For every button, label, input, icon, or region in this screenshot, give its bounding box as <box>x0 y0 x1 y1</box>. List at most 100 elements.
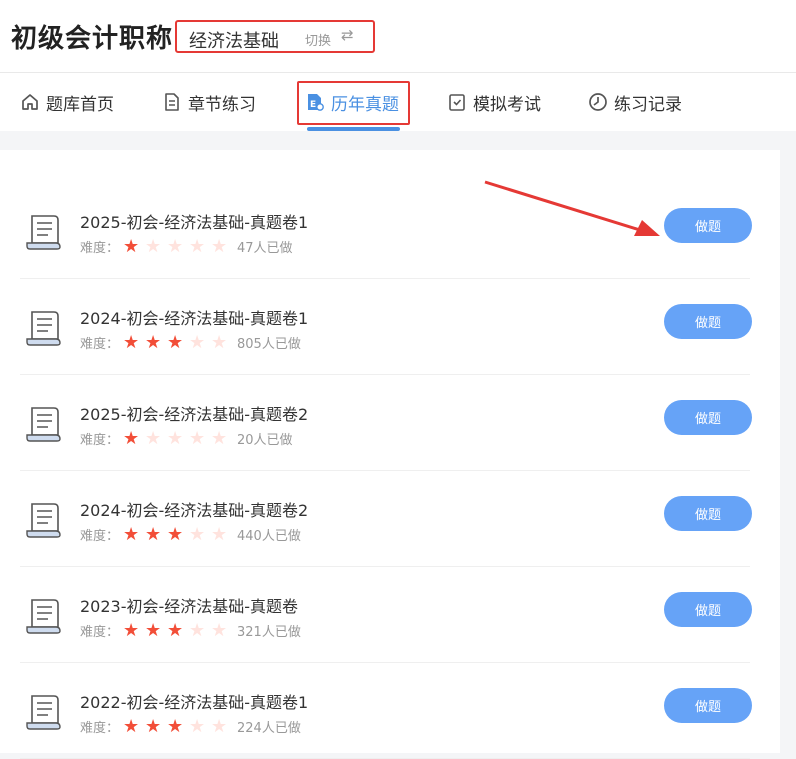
do-exam-button[interactable]: 做题 <box>664 208 752 243</box>
active-tab-underline <box>307 127 400 131</box>
scroll-document-icon <box>26 599 61 634</box>
star-icon: ★ <box>145 715 162 737</box>
header: 初级会计职称 经济法基础 切换 ⇄ <box>0 0 796 72</box>
star-icon: ★ <box>211 619 228 641</box>
star-icon: ★ <box>167 523 184 545</box>
star-icon: ★ <box>189 235 206 257</box>
star-icon: ★ <box>123 235 140 257</box>
difficulty-row: 难度： ★ ★ ★ ★ ★ 805人已做 <box>80 333 301 352</box>
star-icon: ★ <box>123 331 140 353</box>
tab-chapter-practice[interactable]: 章节练习 <box>162 73 256 131</box>
difficulty-row: 难度： ★ ★ ★ ★ ★ 224人已做 <box>80 717 301 736</box>
scroll-document-icon <box>26 503 61 538</box>
paper-title[interactable]: 2025-初会-经济法基础-真题卷2 <box>80 401 308 425</box>
star-icon: ★ <box>167 235 184 257</box>
attempt-count: 224人已做 <box>237 721 301 736</box>
attempt-count: 47人已做 <box>237 241 293 256</box>
do-exam-button[interactable]: 做题 <box>664 304 752 339</box>
list-item: 2023-初会-经济法基础-真题卷 难度： ★ ★ ★ ★ ★ 321人已做 做题 <box>20 567 752 663</box>
star-icon: ★ <box>123 427 140 449</box>
difficulty-row: 难度： ★ ★ ★ ★ ★ 47人已做 <box>80 237 293 256</box>
document-icon <box>165 93 179 111</box>
star-icon: ★ <box>123 523 140 545</box>
attempt-count: 321人已做 <box>237 625 301 640</box>
difficulty-label: 难度： <box>80 529 120 544</box>
tab-home[interactable]: 题库首页 <box>20 73 114 131</box>
do-exam-button[interactable]: 做题 <box>664 400 752 435</box>
clock-icon <box>589 93 607 111</box>
star-icon: ★ <box>189 427 206 449</box>
tab-bar: 题库首页 章节练习 E 历年真题 模拟考试 练习记录 <box>0 73 796 131</box>
tab-label: 题库首页 <box>46 94 114 115</box>
star-icon: ★ <box>145 235 162 257</box>
svg-text:E: E <box>310 100 316 110</box>
star-icon: ★ <box>189 523 206 545</box>
switch-arrows-icon[interactable]: ⇄ <box>341 26 354 44</box>
star-icon: ★ <box>123 619 140 641</box>
star-icon: ★ <box>189 715 206 737</box>
star-icon: ★ <box>167 427 184 449</box>
difficulty-stars: ★ ★ ★ ★ ★ <box>123 427 233 449</box>
star-icon: ★ <box>211 331 228 353</box>
star-icon: ★ <box>167 715 184 737</box>
home-icon <box>22 94 38 110</box>
past-exam-icon: E <box>308 94 324 111</box>
do-exam-button[interactable]: 做题 <box>664 496 752 531</box>
subject-name: 经济法基础 <box>189 31 279 52</box>
list-item: 2024-初会-经济法基础-真题卷1 难度： ★ ★ ★ ★ ★ 805人已做 做题 <box>20 279 752 375</box>
difficulty-label: 难度： <box>80 433 120 448</box>
star-icon: ★ <box>211 523 228 545</box>
paper-title[interactable]: 2024-初会-经济法基础-真题卷2 <box>80 497 308 521</box>
difficulty-stars: ★ ★ ★ ★ ★ <box>123 715 233 737</box>
subject-switcher[interactable]: 经济法基础 切换 ⇄ <box>175 20 375 53</box>
difficulty-row: 难度： ★ ★ ★ ★ ★ 321人已做 <box>80 621 301 640</box>
star-icon: ★ <box>211 235 228 257</box>
scroll-document-icon <box>26 311 61 346</box>
paper-title[interactable]: 2025-初会-经济法基础-真题卷1 <box>80 209 308 233</box>
tab-mock-exam[interactable]: 模拟考试 <box>447 73 541 131</box>
difficulty-label: 难度： <box>80 241 120 256</box>
attempt-count: 20人已做 <box>237 433 293 448</box>
do-exam-button[interactable]: 做题 <box>664 688 752 723</box>
paper-title[interactable]: 2022-初会-经济法基础-真题卷1 <box>80 689 308 713</box>
tab-label: 练习记录 <box>614 94 682 115</box>
star-icon: ★ <box>189 619 206 641</box>
paper-title[interactable]: 2024-初会-经济法基础-真题卷1 <box>80 305 308 329</box>
difficulty-stars: ★ ★ ★ ★ ★ <box>123 619 233 641</box>
list-item: 2025-初会-经济法基础-真题卷2 难度： ★ ★ ★ ★ ★ 20人已做 做题 <box>20 375 752 471</box>
star-icon: ★ <box>145 523 162 545</box>
scroll-document-icon <box>26 215 61 250</box>
star-icon: ★ <box>145 427 162 449</box>
star-icon: ★ <box>123 715 140 737</box>
scroll-document-icon <box>26 407 61 442</box>
star-icon: ★ <box>145 331 162 353</box>
list-item: 2022-初会-经济法基础-真题卷1 难度： ★ ★ ★ ★ ★ 224人已做 做题 <box>20 663 752 759</box>
list-item: 2024-初会-经济法基础-真题卷2 难度： ★ ★ ★ ★ ★ 440人已做 做题 <box>20 471 752 567</box>
switch-label[interactable]: 切换 <box>305 30 331 49</box>
difficulty-stars: ★ ★ ★ ★ ★ <box>123 235 233 257</box>
difficulty-row: 难度： ★ ★ ★ ★ ★ 20人已做 <box>80 429 293 448</box>
star-icon: ★ <box>145 619 162 641</box>
checklist-icon <box>449 94 465 111</box>
list-item: 2025-初会-经济法基础-真题卷1 难度： ★ ★ ★ ★ ★ 47人已做 做题 <box>20 183 752 279</box>
tab-label: 模拟考试 <box>473 94 541 115</box>
attempt-count: 805人已做 <box>237 337 301 352</box>
app-title: 初级会计职称 <box>11 24 174 54</box>
difficulty-label: 难度： <box>80 625 120 640</box>
tab-practice-record[interactable]: 练习记录 <box>588 73 682 131</box>
tab-label: 历年真题 <box>331 94 399 115</box>
difficulty-stars: ★ ★ ★ ★ ★ <box>123 523 233 545</box>
scroll-document-icon <box>26 695 61 730</box>
star-icon: ★ <box>211 715 228 737</box>
star-icon: ★ <box>189 331 206 353</box>
difficulty-label: 难度： <box>80 721 120 736</box>
difficulty-stars: ★ ★ ★ ★ ★ <box>123 331 233 353</box>
paper-title[interactable]: 2023-初会-经济法基础-真题卷 <box>80 593 298 617</box>
star-icon: ★ <box>167 331 184 353</box>
difficulty-row: 难度： ★ ★ ★ ★ ★ 440人已做 <box>80 525 301 544</box>
attempt-count: 440人已做 <box>237 529 301 544</box>
difficulty-label: 难度： <box>80 337 120 352</box>
past-exam-list: 2025-初会-经济法基础-真题卷1 难度： ★ ★ ★ ★ ★ 47人已做 做题 20… <box>0 150 780 759</box>
tab-past-exams[interactable]: E 历年真题 <box>305 73 399 131</box>
do-exam-button[interactable]: 做题 <box>664 592 752 627</box>
